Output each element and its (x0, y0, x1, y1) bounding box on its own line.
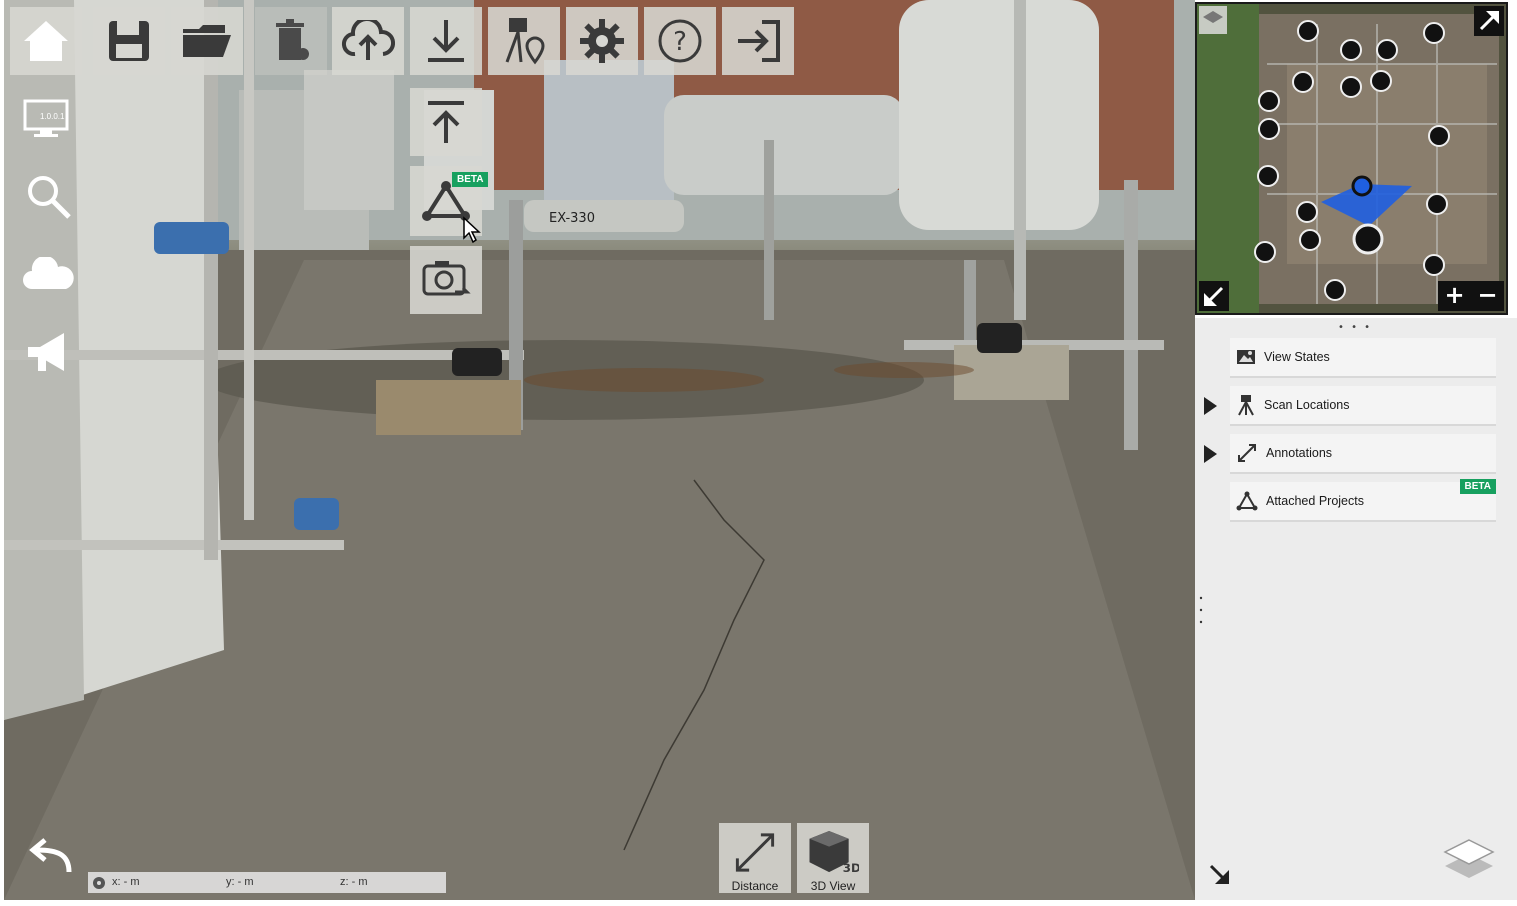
panorama-viewport[interactable]: EX-330 ? BETA 1.0.0.1 x: - m y: - m z: -… (4, 0, 1195, 900)
panel-resize-handle[interactable]: • • • (1338, 322, 1372, 333)
panel-item-label: Attached Projects (1266, 494, 1364, 508)
panel-item-label: Scan Locations (1264, 398, 1350, 412)
y-coordinate: y: - m (226, 876, 254, 888)
save-icon (109, 21, 149, 61)
exit-icon (738, 20, 780, 62)
scan-location-icon (505, 18, 545, 65)
cube-3d-icon: 3D (809, 830, 859, 875)
search-button[interactable] (22, 172, 74, 220)
monitor-button[interactable]: 1.0.0.1 (20, 95, 72, 143)
expand-arrow-icon (1479, 11, 1499, 31)
3d-view-label: 3D View (810, 879, 856, 893)
collapse-arrow-icon (1204, 286, 1224, 306)
expand-annotations-arrow[interactable] (1204, 445, 1217, 463)
zoom-in-button[interactable]: + (1438, 281, 1471, 311)
help-icon: ? (658, 19, 702, 63)
minimap[interactable]: + − (1195, 2, 1508, 315)
panel-splitter-handle[interactable] (1199, 594, 1203, 626)
beta-badge: BETA (1459, 479, 1496, 494)
open-button[interactable] (171, 7, 243, 75)
upload-arrow-button[interactable] (410, 88, 482, 156)
panel-expand-button[interactable] (1207, 862, 1233, 888)
upload-arrow-icon (428, 101, 464, 143)
attached-projects-menu-button[interactable]: BETA (410, 166, 489, 244)
panel-item-view-states[interactable]: View States (1230, 338, 1496, 378)
panel-item-scan-locations[interactable]: Scan Locations (1230, 386, 1496, 426)
x-coordinate: x: - m (112, 876, 140, 888)
mouse-cursor-icon (463, 216, 481, 244)
industrial-plant-scene: EX-330 (4, 0, 1195, 900)
right-panel: • • • View States Scan Locations Annotat… (1195, 318, 1517, 900)
screenshot-button[interactable] (410, 246, 482, 314)
version-label: 1.0.0.1 (40, 112, 65, 121)
minimap-pointcloud (1197, 4, 1506, 313)
delete-button[interactable] (255, 7, 327, 75)
minimap-zoom-controls: + − (1438, 281, 1504, 311)
distance-icon (735, 833, 775, 872)
expand-arrow-icon (1209, 864, 1229, 884)
back-button[interactable] (20, 832, 76, 880)
layers-icon (1203, 11, 1223, 23)
minimap-layer-button[interactable] (1199, 6, 1227, 34)
layers-button[interactable] (1441, 834, 1497, 880)
svg-text:3D: 3D (843, 861, 859, 875)
panel-item-label: Annotations (1266, 446, 1333, 460)
screenshot-icon (422, 261, 471, 296)
help-button[interactable]: ? (644, 7, 716, 75)
back-arrow-icon (29, 838, 72, 873)
panel-item-label: View States (1264, 350, 1330, 364)
megaphone-icon (28, 333, 64, 371)
download-icon (428, 20, 464, 62)
upload-button[interactable] (332, 7, 404, 75)
attached-projects-icon (1236, 491, 1258, 511)
open-folder-icon (183, 25, 231, 57)
coordinate-readout: x: - m y: - m z: - m (88, 872, 446, 893)
svg-text:?: ? (673, 27, 687, 57)
expand-scan-locations-arrow[interactable] (1204, 397, 1217, 415)
layers-icon (1443, 839, 1495, 878)
distance-label: Distance (731, 879, 779, 893)
distance-button[interactable]: Distance (719, 823, 791, 893)
search-icon (28, 176, 71, 219)
zoom-out-button[interactable]: − (1471, 281, 1504, 311)
crosshair-icon (93, 877, 105, 889)
z-coordinate: z: - m (340, 876, 368, 888)
tripod-icon (1238, 395, 1254, 416)
cloud-icon (23, 257, 74, 289)
minimap-expand-button[interactable] (1474, 6, 1504, 36)
image-icon (1237, 350, 1255, 364)
scan-location-button[interactable] (488, 7, 560, 75)
gear-icon (580, 19, 624, 63)
home-button[interactable] (10, 7, 82, 75)
3d-view-button[interactable]: 3D 3D View (797, 823, 869, 893)
minimap-collapse-button[interactable] (1199, 281, 1229, 311)
measure-line-icon (1238, 444, 1256, 462)
exit-button[interactable] (722, 7, 794, 75)
beta-badge: BETA (452, 172, 489, 187)
home-icon (24, 21, 68, 61)
trash-icon (276, 19, 309, 60)
panel-item-annotations[interactable]: Annotations (1230, 434, 1496, 474)
settings-button[interactable] (566, 7, 638, 75)
drag-dots-icon (1199, 596, 1203, 624)
cloud-upload-icon (342, 20, 395, 60)
save-button[interactable] (93, 7, 165, 75)
panel-item-attached-projects[interactable]: Attached Projects BETA (1230, 479, 1496, 522)
svg-text:EX-330: EX-330 (549, 211, 595, 226)
download-button[interactable] (410, 7, 482, 75)
announcement-button[interactable] (22, 326, 74, 378)
cloud-button[interactable] (22, 252, 74, 296)
